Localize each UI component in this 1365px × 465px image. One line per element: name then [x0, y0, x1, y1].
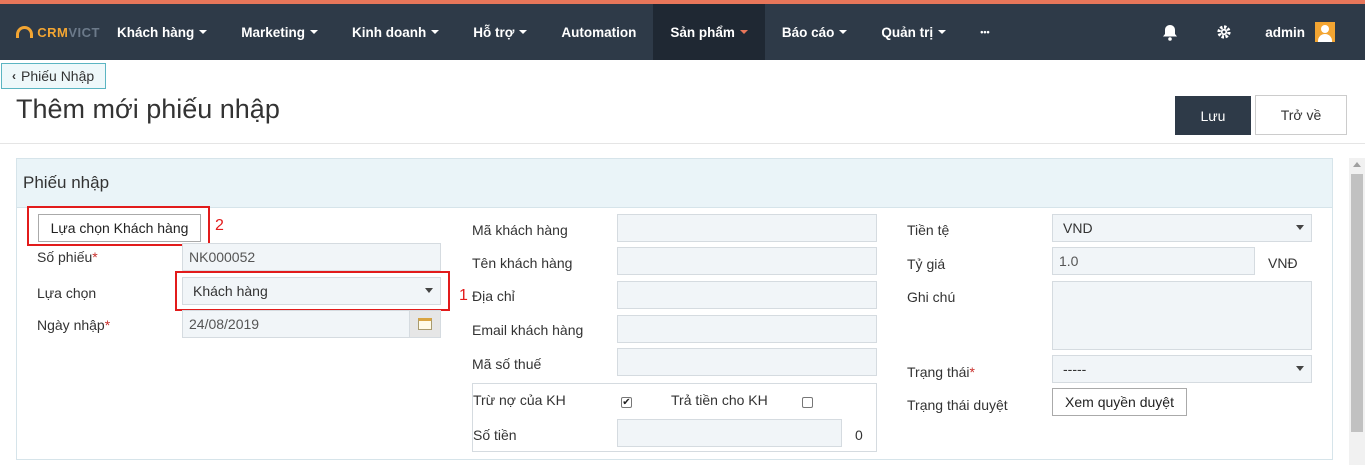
ten-kh-input[interactable]	[617, 247, 877, 275]
logo[interactable]: CRMVICT	[0, 25, 100, 40]
required-mark: *	[92, 249, 98, 265]
ma-kh-label: Mã khách hàng	[472, 222, 568, 238]
nav-san-pham[interactable]: Sản phẩm	[653, 4, 765, 60]
mst-label: Mã số thuế	[472, 356, 542, 372]
divider	[0, 143, 1365, 144]
check-icon: ✔	[622, 397, 631, 408]
dia-chi-label: Địa chỉ	[472, 288, 515, 304]
ngay-nhap-input[interactable]: 24/08/2019	[182, 310, 410, 338]
nav-automation[interactable]: Automation	[544, 4, 653, 60]
so-tien-input[interactable]	[617, 419, 842, 447]
caret-down-icon	[839, 30, 848, 34]
caret-down-icon	[739, 30, 748, 34]
tien-te-label: Tiền tệ	[907, 222, 950, 238]
top-navbar: CRMVICT Khách hàng Marketing Kinh doanh …	[0, 4, 1365, 60]
email-label: Email khách hàng	[472, 322, 584, 338]
return-button[interactable]: Trở về	[1255, 95, 1347, 135]
caret-down-icon	[938, 30, 947, 34]
nav-more[interactable]: •••	[963, 4, 1006, 60]
annotation-1: 1	[459, 287, 468, 304]
caret-down-icon	[431, 30, 440, 34]
bell-icon[interactable]	[1143, 4, 1197, 60]
ten-kh-label: Tên khách hàng	[472, 255, 573, 271]
lua-chon-label: Lựa chọn	[37, 285, 97, 301]
ty-gia-input[interactable]: 1.0	[1052, 247, 1255, 275]
tra-tien-checkbox[interactable]	[802, 397, 813, 408]
trang-thai-label: Trạng thái*	[907, 364, 975, 380]
user-name: admin	[1265, 24, 1305, 40]
nav-ho-tro[interactable]: Hỗ trợ	[456, 4, 544, 60]
nav-label: Hỗ trợ	[473, 24, 515, 40]
scrollbar-thumb[interactable]	[1351, 174, 1363, 432]
nav-khach-hang[interactable]: Khách hàng	[100, 4, 224, 60]
calendar-icon	[418, 318, 432, 330]
back-breadcrumb-button[interactable]: ‹ Phiếu Nhập	[1, 63, 107, 89]
so-phieu-label: Số phiếu*	[37, 249, 98, 265]
nav-label: Báo cáo	[781, 24, 835, 40]
nav-quan-tri[interactable]: Quản trị	[864, 4, 963, 60]
scrollbar[interactable]	[1349, 158, 1365, 465]
ty-gia-label: Tỷ giá	[907, 256, 946, 272]
email-input[interactable]	[617, 315, 877, 343]
scroll-up-arrow-icon[interactable]	[1353, 162, 1361, 167]
highlight-box-2	[27, 206, 210, 246]
logo-main-text: CRM	[37, 24, 69, 40]
mst-input[interactable]	[617, 348, 877, 376]
calendar-button[interactable]	[409, 310, 441, 338]
save-button[interactable]: Lưu	[1175, 96, 1251, 135]
page-title: Thêm mới phiếu nhập	[16, 94, 280, 124]
nav-label: Sản phẩm	[670, 24, 735, 40]
ngay-nhap-label: Ngày nhập*	[37, 317, 111, 333]
tien-te-select[interactable]: VND	[1052, 214, 1312, 242]
ma-kh-input[interactable]	[617, 214, 877, 242]
logo-sub-text: VICT	[68, 24, 100, 40]
dropdown-arrow-icon	[1296, 366, 1304, 371]
back-label: Phiếu Nhập	[21, 68, 95, 84]
tru-no-checkbox[interactable]: ✔	[621, 397, 632, 408]
trang-thai-duyet-label: Trạng thái duyệt	[907, 397, 1008, 413]
dropdown-arrow-icon	[1296, 225, 1304, 230]
user-avatar-icon	[1315, 22, 1335, 42]
logo-icon	[16, 26, 34, 38]
panel-title: Phiếu nhập	[17, 159, 1332, 208]
ty-gia-unit: VNĐ	[1268, 255, 1298, 271]
caret-down-icon	[519, 30, 528, 34]
nav-kinh-doanh[interactable]: Kinh doanh	[335, 4, 456, 60]
tien-te-value: VND	[1063, 220, 1093, 236]
gear-icon[interactable]	[1197, 4, 1251, 60]
highlight-box-1	[175, 271, 450, 311]
trang-thai-select[interactable]: -----	[1052, 355, 1312, 383]
so-tien-value: 0	[855, 427, 863, 443]
caret-down-icon	[199, 30, 208, 34]
ghi-chu-label: Ghi chú	[907, 289, 956, 305]
so-tien-label: Số tiền	[473, 427, 517, 443]
nav-marketing[interactable]: Marketing	[224, 4, 335, 60]
nav-bao-cao[interactable]: Báo cáo	[765, 4, 865, 60]
nav-label: Automation	[561, 24, 637, 40]
user-menu[interactable]: admin	[1251, 22, 1365, 42]
tra-tien-label: Trả tiền cho KH	[671, 392, 768, 408]
nav-right-group: admin	[1143, 4, 1365, 60]
nav-label: Kinh doanh	[352, 24, 427, 40]
more-icon: •••	[980, 27, 990, 37]
tru-no-label: Trừ nợ của KH	[473, 392, 566, 408]
annotation-2: 2	[215, 217, 224, 234]
required-mark: *	[969, 364, 975, 380]
trang-thai-value: -----	[1063, 361, 1087, 377]
so-phieu-input[interactable]: NK000052	[182, 243, 441, 271]
chevron-left-icon: ‹	[12, 69, 16, 83]
nav-label: Quản trị	[881, 24, 934, 40]
required-mark: *	[104, 317, 111, 333]
caret-down-icon	[310, 30, 319, 34]
nav-label: Marketing	[241, 24, 306, 40]
ghi-chu-textarea[interactable]	[1052, 281, 1312, 350]
nav-label: Khách hàng	[117, 24, 195, 40]
dia-chi-input[interactable]	[617, 281, 877, 309]
xem-quyen-duyet-button[interactable]: Xem quyền duyệt	[1052, 388, 1187, 416]
